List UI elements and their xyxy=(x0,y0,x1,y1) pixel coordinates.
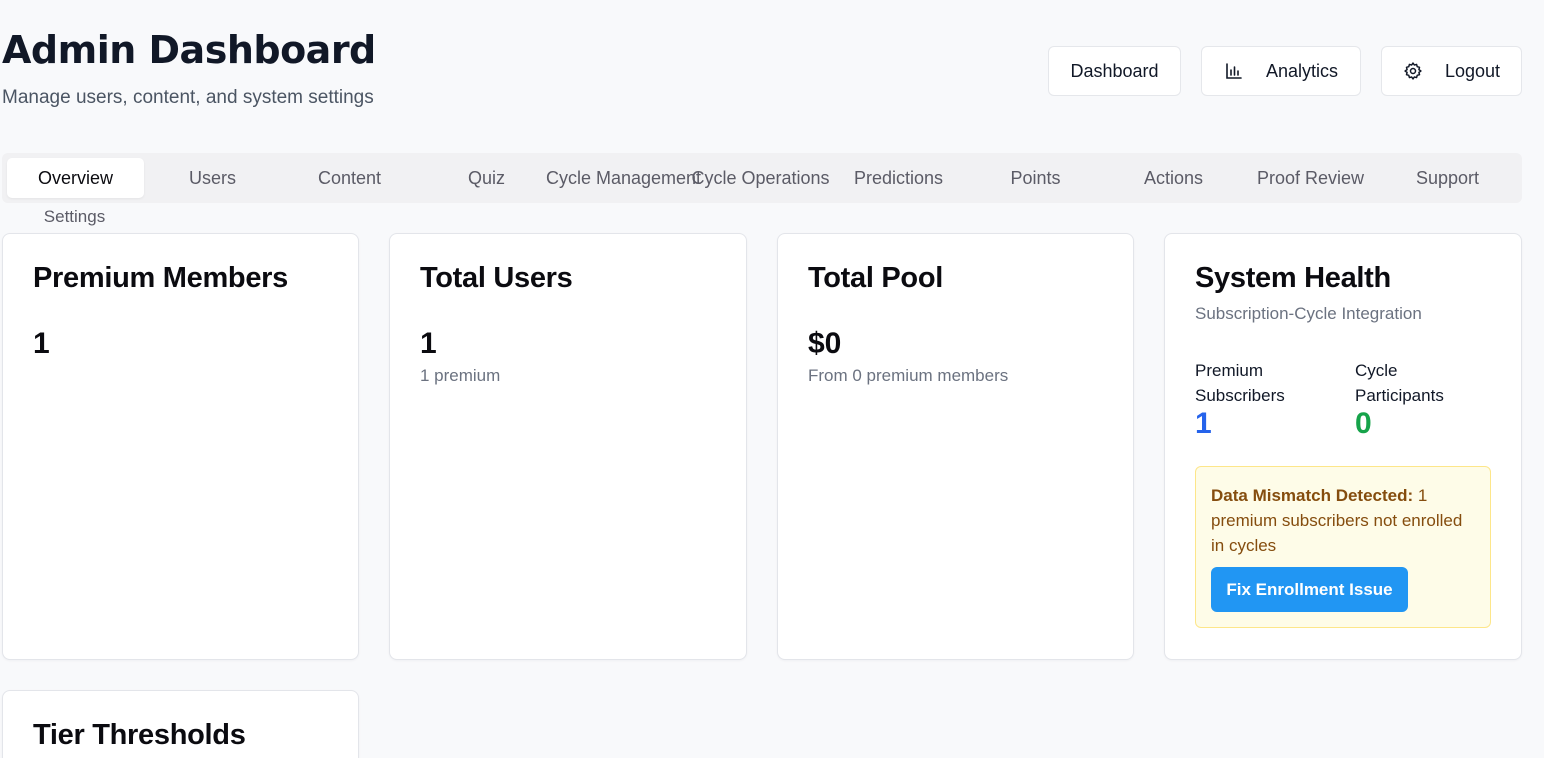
bar-chart-icon xyxy=(1224,61,1244,81)
tab-users[interactable]: Users xyxy=(144,158,281,198)
admin-dashboard-page: Admin Dashboard Manage users, content, a… xyxy=(0,0,1544,758)
premium-subscribers-label-line-2: Subscribers xyxy=(1195,386,1285,405)
tab-predictions[interactable]: Predictions xyxy=(830,158,967,198)
tab-cycle-operations[interactable]: Cycle Operations xyxy=(691,158,829,198)
tab-content[interactable]: Content xyxy=(281,158,418,198)
fix-enrollment-button[interactable]: Fix Enrollment Issue xyxy=(1211,567,1408,612)
premium-members-card: Premium Members 1 xyxy=(2,233,359,660)
total-users-note: 1 premium xyxy=(420,366,501,385)
card-title: System Health xyxy=(1195,262,1391,294)
alert-message: Data Mismatch Detected: 1 premium subscr… xyxy=(1211,483,1477,558)
premium-subscribers-value: 1 xyxy=(1195,407,1212,440)
cycle-participants-label: Cycle Participants xyxy=(1355,358,1444,408)
total-users-value: 1 xyxy=(420,327,437,360)
premium-members-value: 1 xyxy=(33,327,50,360)
premium-subscribers-label: Premium Subscribers xyxy=(1195,358,1285,408)
cycle-participants-value: 0 xyxy=(1355,407,1372,440)
logout-button-label: Logout xyxy=(1444,60,1501,81)
system-health-subtitle: Subscription-Cycle Integration xyxy=(1195,304,1422,323)
total-pool-note: From 0 premium members xyxy=(808,366,1009,385)
total-pool-card: Total Pool $0 From 0 premium members xyxy=(777,233,1134,660)
tab-points[interactable]: Points xyxy=(967,158,1104,198)
tab-settings[interactable]: Settings xyxy=(6,207,143,227)
cycle-participants-label-line-2: Participants xyxy=(1355,386,1444,405)
total-users-card: Total Users 1 1 premium xyxy=(389,233,747,660)
card-title: Total Pool xyxy=(808,262,944,294)
alert-heading: Data Mismatch Detected: xyxy=(1211,486,1414,505)
tab-support[interactable]: Support xyxy=(1379,158,1516,198)
gear-icon xyxy=(1403,61,1423,81)
page-subtitle: Manage users, content, and system settin… xyxy=(2,87,374,108)
card-title: Premium Members xyxy=(33,262,288,294)
analytics-button-label: Analytics xyxy=(1265,60,1339,81)
tab-quiz[interactable]: Quiz xyxy=(418,158,555,198)
analytics-button[interactable]: Analytics xyxy=(1201,46,1361,96)
card-title: Tier Thresholds xyxy=(33,719,246,751)
tab-actions[interactable]: Actions xyxy=(1105,158,1242,198)
premium-subscribers-label-line-1: Premium xyxy=(1195,361,1264,380)
dashboard-button[interactable]: Dashboard xyxy=(1048,46,1181,96)
tab-proof-review[interactable]: Proof Review xyxy=(1242,158,1379,198)
cycle-participants-label-line-1: Cycle xyxy=(1355,361,1398,380)
page-title: Admin Dashboard xyxy=(2,28,376,72)
total-pool-value: $0 xyxy=(808,327,842,360)
tier-thresholds-card: Tier Thresholds xyxy=(2,690,359,758)
tab-overview[interactable]: Overview xyxy=(7,158,144,198)
tab-cycle-management[interactable]: Cycle Management xyxy=(546,158,701,198)
card-title: Total Users xyxy=(420,262,573,294)
logout-button[interactable]: Logout xyxy=(1381,46,1522,96)
system-health-card: System Health Subscription-Cycle Integra… xyxy=(1164,233,1522,660)
data-mismatch-alert: Data Mismatch Detected: 1 premium subscr… xyxy=(1195,466,1491,628)
dashboard-button-label: Dashboard xyxy=(1070,60,1159,81)
